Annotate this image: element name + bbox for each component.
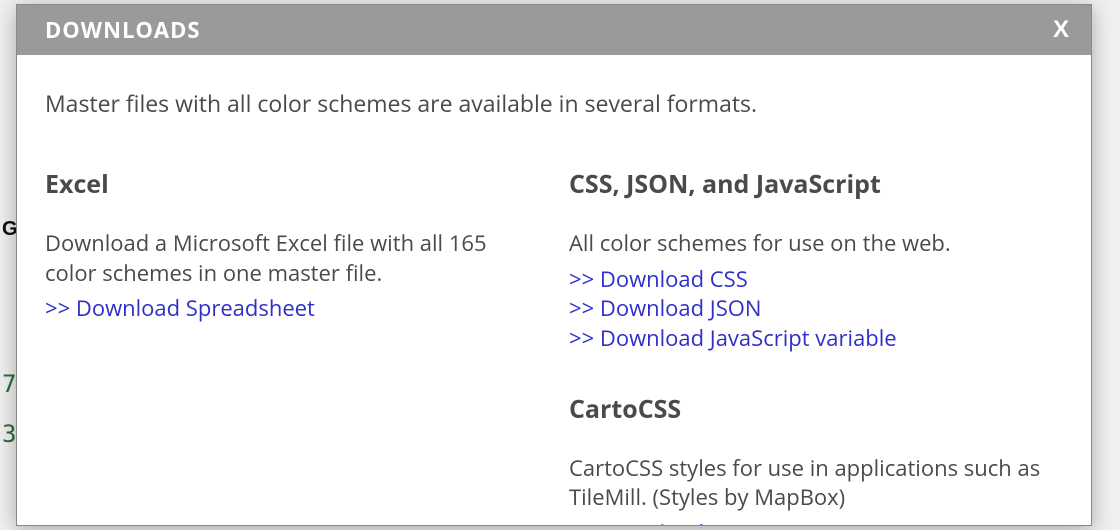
web-formats-links: >> Download CSS >> Download JSON >> Down… (569, 265, 1063, 354)
excel-section: Excel Download a Microsoft Excel file wi… (45, 167, 539, 324)
close-icon[interactable]: X (1053, 16, 1069, 44)
excel-heading: Excel (45, 167, 539, 201)
cartocss-section: CartoCSS CartoCSS styles for use in appl… (569, 392, 1063, 526)
download-javascript-link[interactable]: >> Download JavaScript variable (569, 324, 1063, 354)
excel-description: Download a Microsoft Excel file with all… (45, 229, 539, 288)
modal-body: Master files with all color schemes are … (17, 55, 1091, 526)
download-json-link[interactable]: >> Download JSON (569, 294, 1063, 324)
modal-header: DOWNLOADS X (17, 5, 1091, 55)
cartocss-heading: CartoCSS (569, 392, 1063, 426)
left-column: Excel Download a Microsoft Excel file wi… (45, 167, 539, 526)
web-formats-section: CSS, JSON, and JavaScript All color sche… (569, 167, 1063, 354)
cartocss-description: CartoCSS styles for use in applications … (569, 454, 1063, 513)
download-css-link[interactable]: >> Download CSS (569, 265, 1063, 295)
web-formats-heading: CSS, JSON, and JavaScript (569, 167, 1063, 201)
background-number: 7 (2, 370, 16, 398)
download-cartocss-link[interactable]: >> Download CartoCSS (569, 519, 1063, 526)
background-number: 3 (2, 420, 16, 448)
intro-text: Master files with all color schemes are … (45, 87, 1063, 119)
modal-title: DOWNLOADS (45, 15, 200, 45)
web-formats-description: All color schemes for use on the web. (569, 229, 1063, 259)
right-column: CSS, JSON, and JavaScript All color sche… (569, 167, 1063, 526)
download-spreadsheet-link[interactable]: >> Download Spreadsheet (45, 294, 539, 324)
downloads-modal: DOWNLOADS X Master files with all color … (16, 4, 1092, 526)
columns-container: Excel Download a Microsoft Excel file wi… (45, 167, 1063, 526)
